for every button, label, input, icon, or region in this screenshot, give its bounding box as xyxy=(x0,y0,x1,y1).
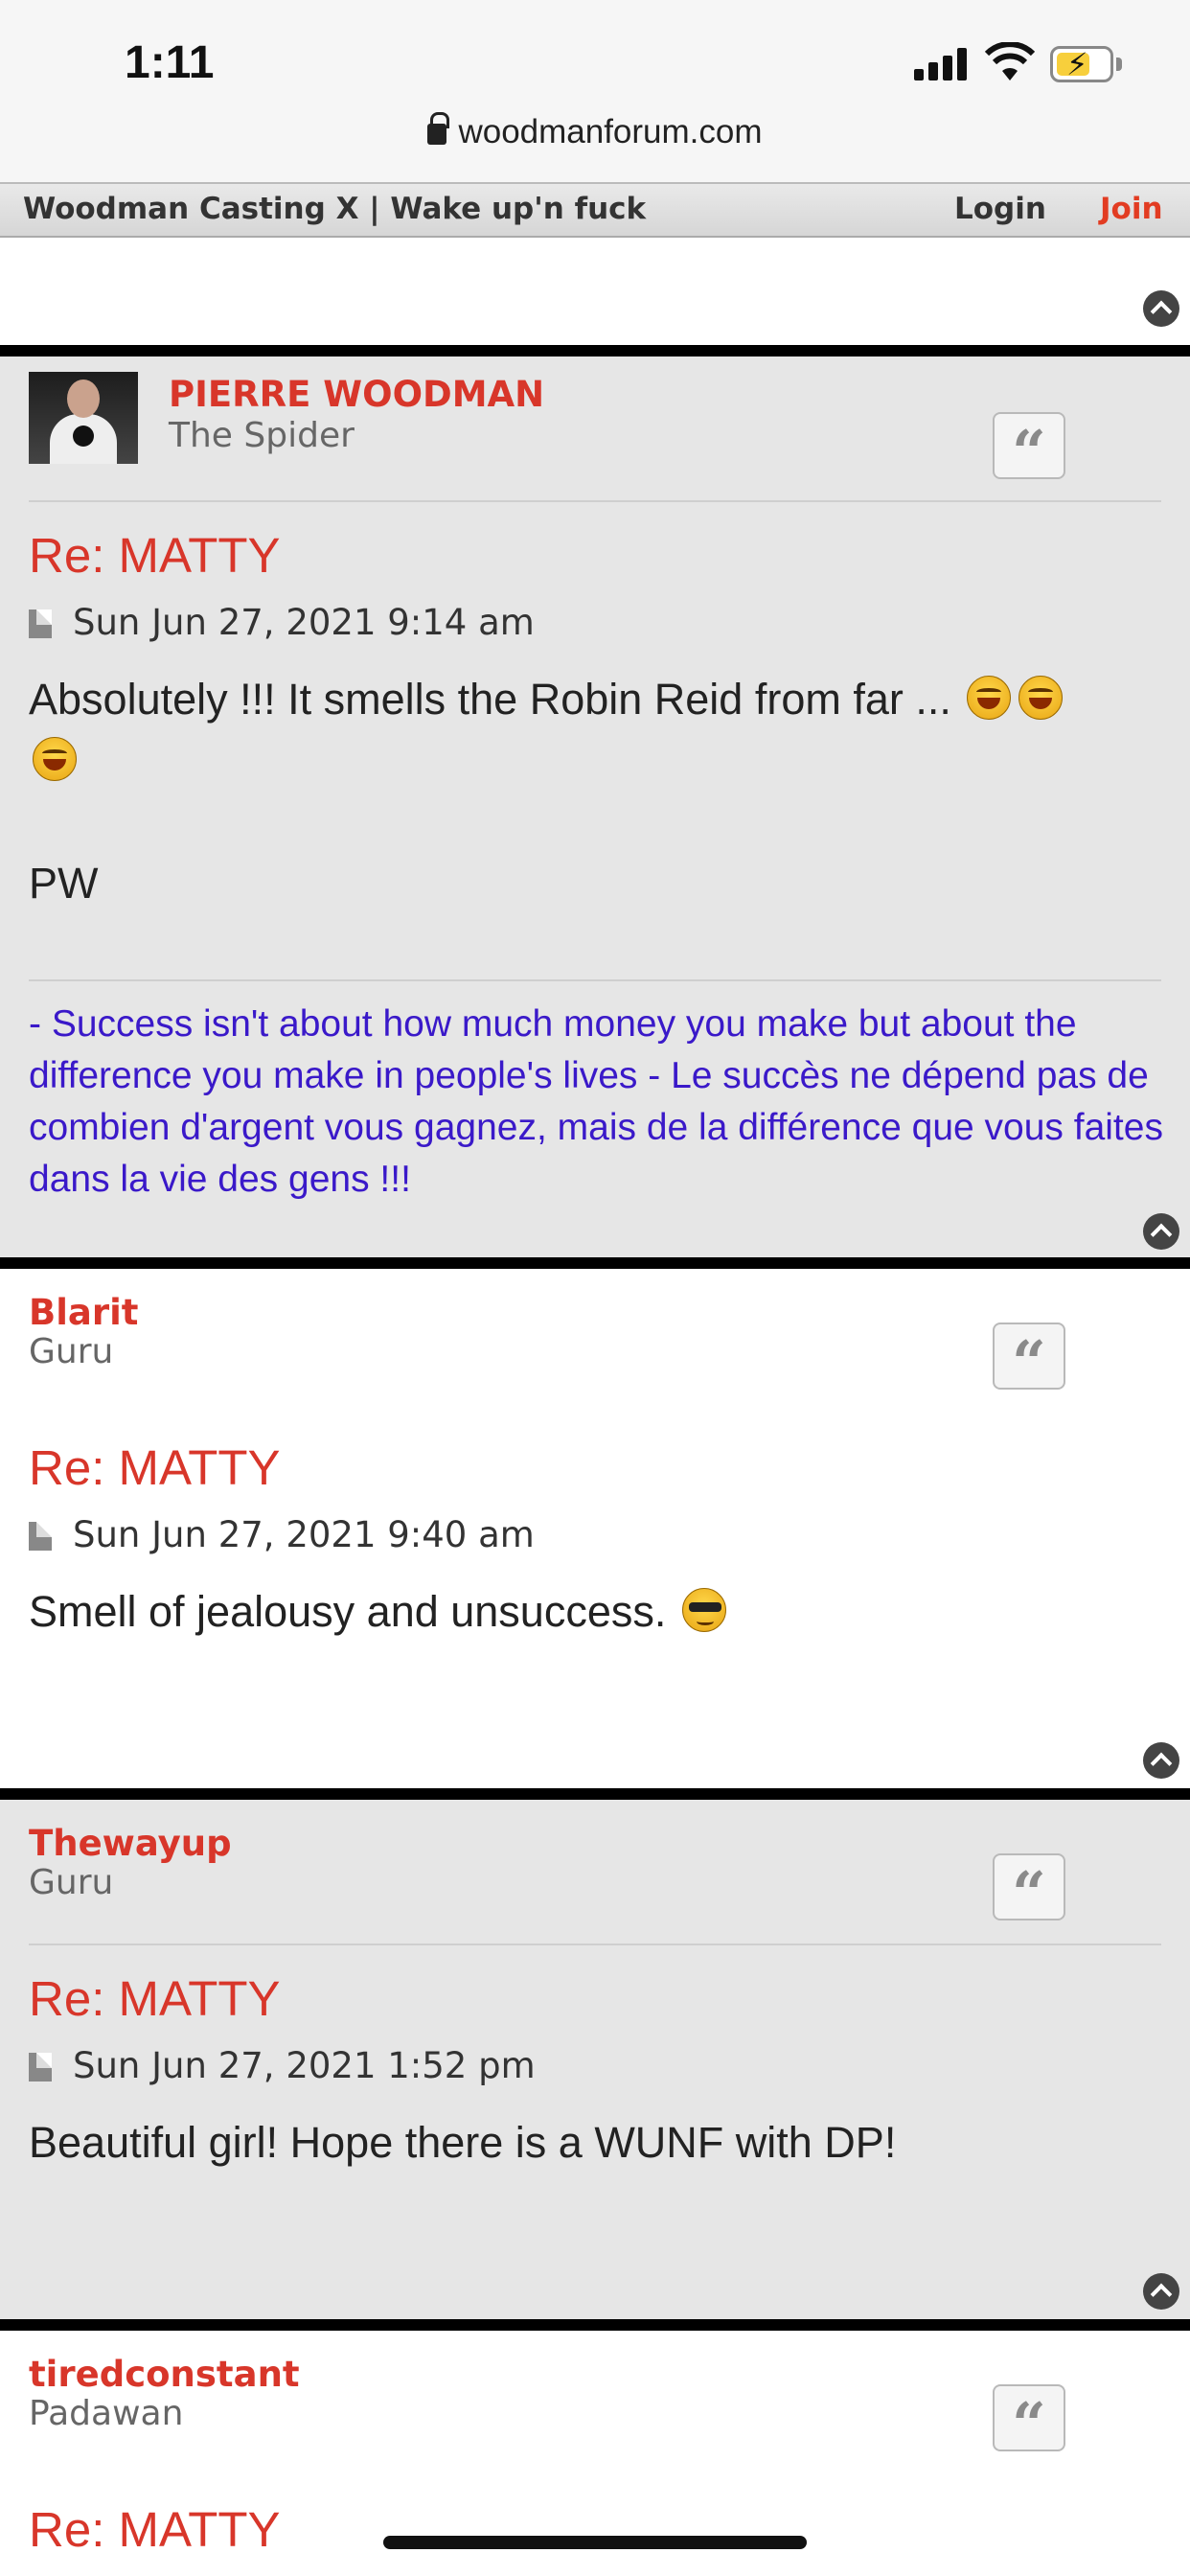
home-indicator[interactable] xyxy=(383,2536,807,2549)
url-text: woodmanforum.com xyxy=(458,113,763,150)
quote-button[interactable]: “ xyxy=(993,1853,1065,1928)
post-text: Absolutely !!! It smells the Robin Reid … xyxy=(29,675,951,724)
divider xyxy=(29,500,1161,502)
post: Thewayup Guru “ Re: MATTY Sun Jun 27, 20… xyxy=(0,1788,1190,2319)
post-author[interactable]: Thewayup xyxy=(29,1823,232,1864)
battery-icon: ⚡ xyxy=(1050,46,1113,82)
post-text: Beautiful girl! Hope there is a WUNF wit… xyxy=(29,2118,897,2167)
post-date-text: Sun Jun 27, 2021 1:52 pm xyxy=(73,2045,536,2086)
status-time: 1:11 xyxy=(125,37,215,88)
post-icon xyxy=(29,610,52,638)
join-link[interactable]: Join xyxy=(1100,192,1163,226)
laughing-emoji xyxy=(967,676,1012,720)
post-icon xyxy=(29,2053,52,2082)
post: PIERRE WOODMAN The Spider “ Re: MATTY Su… xyxy=(0,345,1190,1257)
post-content: Smell of jealousy and unsuccess. xyxy=(29,1581,1161,1643)
post-title[interactable]: Re: MATTY xyxy=(29,2501,281,2558)
site-brand-link[interactable]: Woodman Casting X | Wake up'n fuck xyxy=(23,192,646,226)
post-date-text: Sun Jun 27, 2021 9:40 am xyxy=(73,1514,535,1555)
quote-icon: “ xyxy=(1012,1858,1046,1928)
back-to-top-icon[interactable] xyxy=(1143,1213,1179,1250)
post-icon xyxy=(29,1522,52,1551)
site-nav: Woodman Casting X | Wake up'n fuck Login… xyxy=(0,182,1190,238)
back-to-top-icon[interactable] xyxy=(1143,2273,1179,2310)
quote-icon: “ xyxy=(1012,1327,1046,1397)
post-date: Sun Jun 27, 2021 1:52 pm xyxy=(29,2045,536,2086)
status-bar: 1:11 ⚡ woodmanforum.com xyxy=(0,0,1190,182)
post-title[interactable]: Re: MATTY xyxy=(29,1970,281,2027)
back-to-top-icon[interactable] xyxy=(1143,1742,1179,1779)
battery-nub xyxy=(1116,58,1122,71)
post-date-text: Sun Jun 27, 2021 9:14 am xyxy=(73,602,535,643)
back-to-top-icon[interactable] xyxy=(1143,290,1179,327)
post-title[interactable]: Re: MATTY xyxy=(29,527,281,584)
laughing-emoji xyxy=(33,737,77,781)
address-bar[interactable]: woodmanforum.com xyxy=(0,112,1190,151)
post-signature: - Success isn't about how much money you… xyxy=(29,1003,1163,1200)
quote-button[interactable]: “ xyxy=(993,2384,1065,2459)
login-link[interactable]: Login xyxy=(954,192,1046,226)
cool-emoji xyxy=(681,1588,726,1632)
post-author[interactable]: Blarit xyxy=(29,1292,138,1333)
post-author[interactable]: tiredconstant xyxy=(29,2354,300,2395)
post-author-rank: Guru xyxy=(29,1863,114,1902)
post-author-rank: The Spider xyxy=(169,416,355,455)
avatar[interactable] xyxy=(29,372,138,464)
wifi-icon xyxy=(985,42,1035,80)
signal-icon xyxy=(914,48,968,80)
post-text-signoff: PW xyxy=(29,859,99,908)
quote-icon: “ xyxy=(1012,417,1046,487)
post-content: Beautiful girl! Hope there is a WUNF wit… xyxy=(29,2112,1161,2174)
laughing-emoji xyxy=(1018,676,1064,720)
post-date: Sun Jun 27, 2021 9:40 am xyxy=(29,1514,535,1555)
post-date: Sun Jun 27, 2021 9:14 am xyxy=(29,602,535,643)
post-author-rank: Padawan xyxy=(29,2394,184,2433)
divider xyxy=(29,1944,1161,1945)
post-author-rank: Guru xyxy=(29,1332,114,1371)
quote-icon: “ xyxy=(1012,2389,1046,2459)
post-author[interactable]: PIERRE WOODMAN xyxy=(169,374,544,415)
post-title[interactable]: Re: MATTY xyxy=(29,1439,281,1496)
lock-icon xyxy=(427,112,450,145)
post: Blarit Guru “ Re: MATTY Sun Jun 27, 2021… xyxy=(0,1257,1190,1788)
post-content: Absolutely !!! It smells the Robin Reid … xyxy=(29,669,1161,914)
quote-button[interactable]: “ xyxy=(993,412,1065,487)
post-text: Smell of jealousy and unsuccess. xyxy=(29,1587,667,1636)
quote-button[interactable]: “ xyxy=(993,1322,1065,1397)
divider xyxy=(29,979,1161,981)
